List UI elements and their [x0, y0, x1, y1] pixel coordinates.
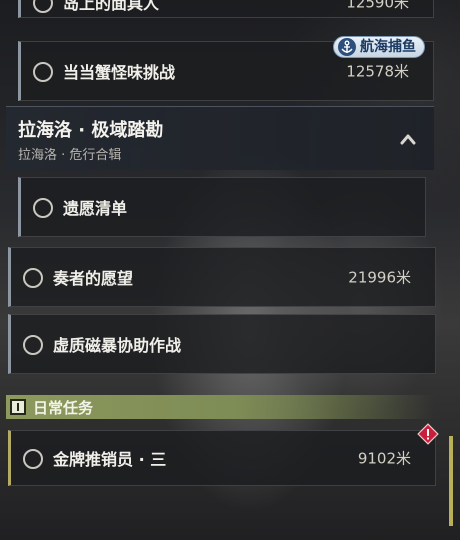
scroll-indicator[interactable]	[449, 436, 453, 526]
warning-icon	[417, 423, 439, 445]
task-row[interactable]: 金牌推销员 · 三 9102米	[8, 430, 436, 486]
task-status-circle	[23, 449, 43, 469]
fishing-badge[interactable]: 航海捕鱼	[333, 36, 425, 58]
chevron-up-icon[interactable]	[400, 131, 416, 145]
task-label: 岛上的面具人	[63, 0, 160, 13]
task-status-circle	[33, 0, 53, 13]
anchor-icon	[338, 38, 356, 56]
task-label: 当当蟹怪味挑战	[63, 63, 176, 82]
task-row[interactable]: 虚质磁暴协助作战	[8, 314, 436, 374]
task-status-circle	[33, 198, 53, 218]
daily-tasks-title: 日常任务	[33, 399, 94, 417]
section-subtitle: 拉海洛 · 危行合辑	[18, 148, 122, 163]
task-row[interactable]: 奏者的愿望 21996米	[8, 247, 436, 307]
task-distance: 12578米	[346, 62, 409, 81]
task-row[interactable]: 岛上的面具人 12590米	[18, 0, 434, 18]
alert-square-icon	[10, 399, 26, 415]
task-status-circle	[23, 268, 43, 288]
task-status-circle	[33, 62, 53, 82]
task-label: 金牌推销员 · 三	[53, 450, 167, 469]
quest-section-header[interactable]: 拉海洛 · 极域踏勘 拉海洛 · 危行合辑	[6, 106, 434, 170]
section-title: 拉海洛 · 极域踏勘	[18, 120, 164, 141]
badge-label: 航海捕鱼	[360, 39, 416, 55]
task-row[interactable]: 遗愿清单	[18, 177, 426, 237]
task-distance: 12590米	[346, 0, 409, 12]
task-distance: 21996米	[348, 268, 411, 287]
task-distance: 9102米	[357, 449, 411, 468]
task-label: 遗愿清单	[63, 199, 128, 218]
task-label: 虚质磁暴协助作战	[53, 336, 182, 355]
task-label: 奏者的愿望	[53, 269, 134, 288]
daily-tasks-header: 日常任务	[6, 395, 434, 419]
task-status-circle	[23, 335, 43, 355]
